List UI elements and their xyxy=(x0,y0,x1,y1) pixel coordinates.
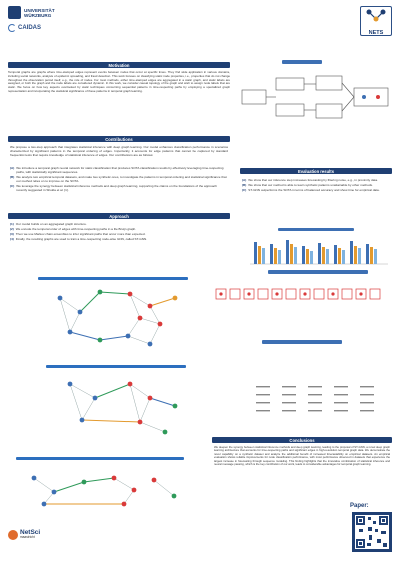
contributions-header: Contributions xyxy=(8,136,230,142)
approach-item: (1) Our model builds on an aggregated gra… xyxy=(10,222,87,226)
uni-line2: WÜRZBURG xyxy=(24,12,52,18)
approach-diagram-title xyxy=(282,60,322,64)
motivation-text: Temporal graphs are graphs where time-st… xyxy=(8,71,230,93)
approach-item: (2) We encode the temporal order of edges… xyxy=(10,227,137,232)
approach-pipeline-diagram xyxy=(241,75,389,119)
netsci-icon xyxy=(8,530,18,540)
results-table-figure xyxy=(256,386,374,412)
evaluation-header: Evaluation results xyxy=(240,168,392,174)
contributions-intro: We propose a two-step approach that inte… xyxy=(10,145,228,158)
approach-header: Approach xyxy=(8,213,230,219)
approach-item: (3) Then we use Markov chain ensembles to… xyxy=(10,232,146,237)
netsci-logo: NetSci maastricht xyxy=(8,529,40,540)
contribution-item: (B) We analyze two empirical temporal dat… xyxy=(10,175,227,184)
approach-list: (1) Our model builds on an aggregated gra… xyxy=(10,222,228,241)
motivation-header: Motivation xyxy=(8,62,230,68)
qr-code-icon xyxy=(355,515,389,549)
pattern-title-bar xyxy=(262,340,342,344)
paper-label: Paper: xyxy=(350,503,369,509)
evaluation-list: (A) We show that our inference step incre… xyxy=(242,178,390,192)
results-bar-chart xyxy=(250,240,388,265)
conclusions-text: We deepen the synergy between statistica… xyxy=(214,446,390,467)
st-gnn-figure xyxy=(31,475,177,507)
paper-qr-code[interactable] xyxy=(352,512,392,552)
evaluation-item: (A) We show that our inference step incre… xyxy=(242,178,378,182)
contribution-item: (A) We introduce a temporal graph neural … xyxy=(10,166,224,175)
synthetic-title-bar xyxy=(268,270,368,274)
evaluation-item: (C) ST-GNN outperforms the SOTA in terms … xyxy=(242,188,380,193)
aggregated-graph-figure xyxy=(57,289,178,347)
uni-seal-icon xyxy=(8,6,21,19)
uni-logo: UNIVERSITÄT WÜRZBURG xyxy=(8,6,55,19)
figure-title-bar-3 xyxy=(16,457,184,460)
figure-title-bar xyxy=(38,277,188,280)
network-icon xyxy=(366,9,386,22)
figure-title-bar-2 xyxy=(46,365,186,368)
approach-item: (4) Finally, the resulting graphs are use… xyxy=(10,237,148,242)
results-chart-title xyxy=(278,228,354,231)
sequence-strip-figure xyxy=(215,288,381,300)
nets-logo: NETS xyxy=(360,6,392,36)
evaluation-item: (B) We show that our method is able to le… xyxy=(242,183,373,188)
contributions-list: (A) We introduce a temporal graph neural … xyxy=(10,166,228,193)
caidas-logo: CAIDAS xyxy=(8,24,41,32)
caidas-icon xyxy=(8,24,16,32)
contribution-item: (C) We leverage the synergy between stati… xyxy=(10,184,217,193)
conclusions-header: Conclusions xyxy=(212,437,392,443)
de-bruijn-graph-figure xyxy=(67,381,178,435)
uni-line1: UNIVERSITÄT xyxy=(24,7,55,13)
